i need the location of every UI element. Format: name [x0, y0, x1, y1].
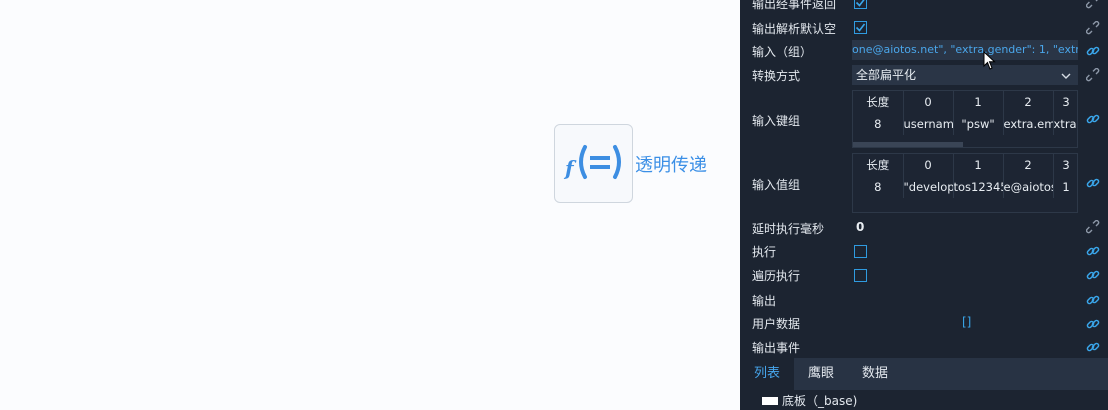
row-label-delay-ms: 延时执行毫秒	[752, 222, 825, 236]
row-label-input-group: 输入（组）	[752, 45, 813, 59]
grid-cell[interactable]: 1	[1053, 176, 1077, 198]
link-icon[interactable]	[1086, 244, 1100, 258]
input-values-grid[interactable]: 长度 0 1 2 3 8 "develop" tos12345 e@aiotos…	[852, 153, 1078, 213]
unlink-icon[interactable]	[1086, 220, 1100, 234]
function-icon: f	[559, 137, 629, 191]
grid-header-cell: 2	[1003, 154, 1054, 176]
tab-data[interactable]: 数据	[848, 358, 902, 390]
horizontal-scrollbar[interactable]	[853, 142, 963, 147]
tab-list[interactable]: 列表	[740, 358, 795, 390]
properties-panel: 输出经事件返回 输出解析默认空 输入（组） one@aiotos.net", "…	[740, 0, 1108, 410]
row-label-user-data: 用户数据	[752, 317, 801, 331]
checkbox-output-event-return[interactable]	[854, 0, 867, 9]
row-label-convert-mode: 转换方式	[752, 69, 801, 83]
grid-header-cell: 3	[1053, 91, 1077, 113]
bottom-tab-bar: 列表 鹰眼 数据	[740, 358, 1108, 390]
grid-value-row: 8 username "psw" extra.ema xtra.g	[853, 113, 1077, 135]
row-label-output: 输出	[752, 294, 777, 308]
link-icon[interactable]	[1086, 44, 1100, 58]
row-label: 输出解析默认空	[752, 22, 837, 36]
grid-cell[interactable]: "psw"	[953, 113, 1004, 135]
grid-cell[interactable]: extra.ema	[1003, 113, 1054, 135]
mouse-cursor-icon	[983, 50, 997, 75]
link-icon[interactable]	[1086, 268, 1100, 282]
unlink-icon[interactable]	[1086, 21, 1100, 35]
input-group-field[interactable]: one@aiotos.net", "extra.gender": 1, "ext…	[852, 40, 1078, 60]
link-icon[interactable]	[1086, 340, 1100, 354]
grid-value-row: 8 "develop" tos12345 e@aiotos 1	[853, 176, 1077, 198]
checkbox-execute[interactable]	[854, 245, 867, 258]
convert-mode-select[interactable]: 全部扁平化	[852, 65, 1078, 85]
grid-header-cell: 0	[903, 91, 954, 113]
grid-header-cell: 2	[1003, 91, 1054, 113]
grid-header-row: 长度 0 1 2 3	[853, 154, 1077, 176]
grid-header-cell: 1	[953, 154, 1004, 176]
grid-header-cell: 1	[953, 91, 1004, 113]
link-icon[interactable]	[1086, 176, 1100, 190]
grid-cell[interactable]: 8	[853, 113, 904, 135]
unlink-icon[interactable]	[1086, 68, 1100, 82]
row-output-parse-default-empty: 输出解析默认空	[740, 18, 1108, 38]
row-label-execute: 执行	[752, 245, 777, 259]
row-label: 输出经事件返回	[752, 0, 837, 11]
grid-header-cell: 0	[903, 154, 954, 176]
link-icon[interactable]	[1086, 293, 1100, 307]
tree-item-base[interactable]: 底板（_base)	[762, 392, 857, 409]
svg-text:f: f	[563, 156, 577, 180]
link-icon[interactable]	[1086, 317, 1100, 331]
grid-cell[interactable]: xtra.g	[1053, 113, 1077, 135]
node-icon-box[interactable]: f	[554, 124, 633, 203]
user-data-value[interactable]: []	[962, 315, 971, 329]
delay-ms-value[interactable]: 0	[856, 220, 864, 234]
chevron-down-icon	[1060, 68, 1072, 88]
checkbox-output-parse-default-empty[interactable]	[854, 21, 867, 34]
row-label-input-values: 输入值组	[752, 178, 801, 192]
node-label: 透明传递	[635, 154, 707, 176]
row-label-output-event: 输出事件	[752, 341, 801, 355]
grid-cell[interactable]: "develop"	[903, 176, 954, 198]
grid-header-row: 长度 0 1 2 3	[853, 91, 1077, 113]
checkbox-traverse-execute[interactable]	[854, 269, 867, 282]
row-label-input-keys: 输入键组	[752, 114, 801, 128]
grid-cell[interactable]: 8	[853, 176, 904, 198]
grid-cell[interactable]: username	[903, 113, 954, 135]
tab-eagle-eye[interactable]: 鹰眼	[794, 358, 848, 390]
input-keys-grid[interactable]: 长度 0 1 2 3 8 username "psw" extra.ema xt…	[852, 90, 1078, 148]
link-icon[interactable]	[1086, 112, 1100, 126]
grid-cell[interactable]: tos12345	[953, 176, 1004, 198]
unlink-icon[interactable]	[1086, 0, 1100, 9]
row-label-traverse-execute: 遍历执行	[752, 269, 801, 283]
row-output-event-return: 输出经事件返回	[740, 0, 1108, 11]
grid-header-cell: 3	[1053, 154, 1077, 176]
grid-header-cell: 长度	[853, 91, 904, 113]
convert-mode-value: 全部扁平化	[856, 68, 917, 82]
layer-swatch-icon	[762, 396, 778, 405]
tree-item-label: 底板（_base)	[782, 394, 858, 408]
transparent-pass-node[interactable]: f 透明传递	[554, 124, 707, 203]
grid-header-cell: 长度	[853, 154, 904, 176]
grid-cell[interactable]: e@aiotos	[1003, 176, 1054, 198]
